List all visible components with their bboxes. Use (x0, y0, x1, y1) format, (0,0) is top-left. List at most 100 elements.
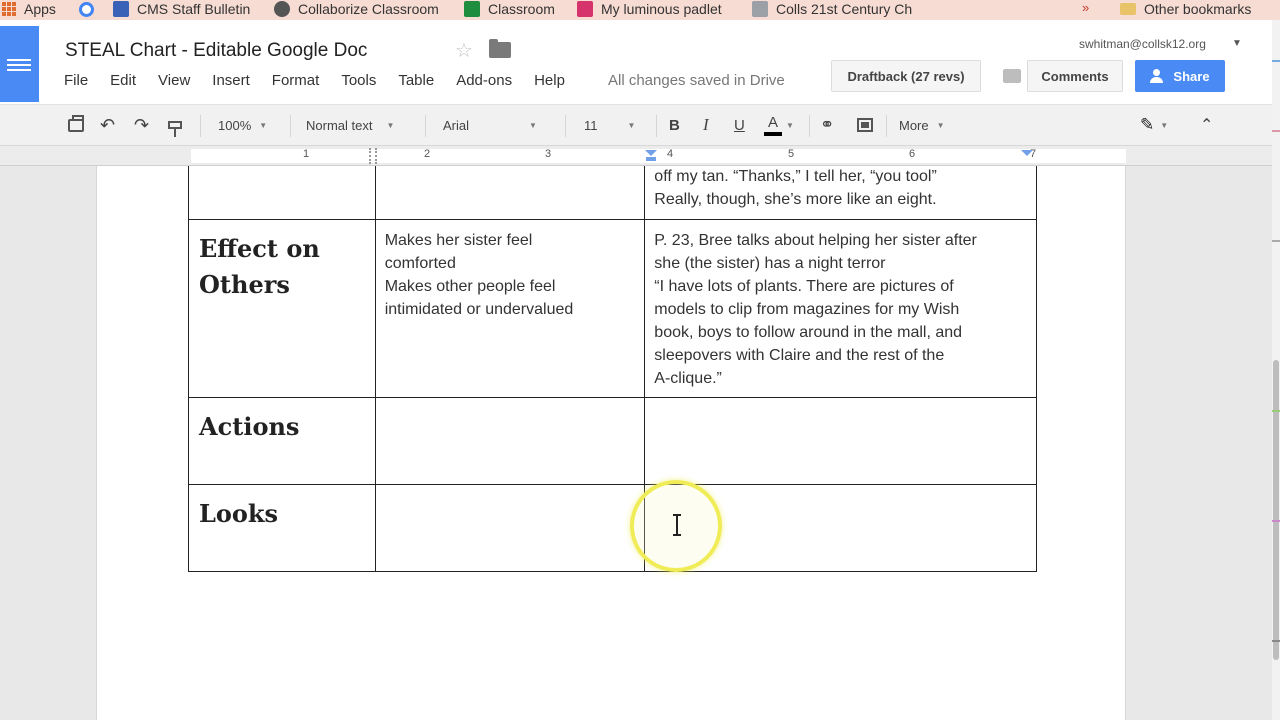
menu-table[interactable]: Table (398, 72, 434, 89)
menu-view[interactable]: View (158, 72, 190, 89)
row-heading: Others (199, 270, 290, 299)
menu-insert[interactable]: Insert (212, 72, 250, 89)
save-status[interactable]: All changes saved in Drive (608, 72, 785, 89)
ruler-number: 3 (545, 148, 552, 160)
paint-format-icon (168, 121, 182, 137)
table-cell[interactable]: Effect on Others (188, 219, 376, 398)
more-label: More (899, 117, 929, 133)
ruler-number: 4 (667, 148, 674, 160)
print-icon (68, 114, 84, 132)
table-cell[interactable] (644, 397, 1037, 485)
bookmarks-overflow-button[interactable]: » (1082, 0, 1089, 15)
chevron-down-icon: ▼ (1160, 120, 1169, 130)
menu-help[interactable]: Help (534, 72, 565, 89)
menu-tools[interactable]: Tools (341, 72, 376, 89)
collapse-menus-button[interactable]: ⌃ (1200, 105, 1213, 145)
bookmark-padlet[interactable]: My luminous padlet (577, 0, 722, 18)
table-cell[interactable]: Makes her sister feel comforted Makes ot… (374, 219, 646, 398)
right-indent-marker[interactable] (1021, 150, 1033, 156)
table-cell[interactable] (188, 166, 376, 220)
share-label: Share (1173, 68, 1210, 84)
bookmark-cms-staff-bulletin[interactable]: CMS Staff Bulletin (113, 0, 250, 18)
table-row: off my tan. “Thanks,” I tell her, “you t… (188, 166, 1037, 220)
cell-text: models to clip from magazines for my Wis… (654, 301, 960, 318)
padlet-icon (577, 1, 593, 17)
left-indent-marker[interactable] (645, 150, 657, 156)
table-cell[interactable] (374, 166, 646, 220)
paint-format-button[interactable] (168, 105, 182, 145)
draftback-button[interactable]: Draftback (27 revs) (831, 60, 981, 92)
comments-button[interactable]: Comments (1027, 60, 1123, 92)
menu-file[interactable]: File (64, 72, 88, 89)
bookmark-apps[interactable]: Apps (2, 0, 56, 18)
cell-text: comforted (384, 255, 456, 272)
zoom-value: 100% (218, 117, 252, 133)
ruler-number: 6 (909, 148, 916, 160)
share-button[interactable]: Share (1135, 60, 1225, 92)
document-page[interactable]: off my tan. “Thanks,” I tell her, “you t… (96, 166, 1126, 720)
document-canvas[interactable]: off my tan. “Thanks,” I tell her, “you t… (0, 166, 1272, 720)
menu-format[interactable]: Format (272, 72, 320, 89)
ruler[interactable]: 1 2 3 4 5 6 7 (0, 146, 1272, 166)
font-size-select[interactable]: 11 ▼ (584, 105, 635, 145)
other-bookmarks[interactable]: Other bookmarks (1120, 0, 1251, 18)
bookmarks-bar: Apps CMS Staff Bulletin Collaborize Clas… (0, 0, 1280, 20)
table-cell[interactable] (374, 484, 646, 572)
table-cell[interactable]: P. 23, Bree talks about helping her sist… (644, 219, 1037, 398)
chevron-down-icon: ▼ (786, 120, 794, 130)
bookmark-collaborize-classroom[interactable]: Collaborize Classroom (274, 0, 439, 18)
undo-button[interactable]: ↶ (100, 105, 115, 145)
print-button[interactable] (68, 105, 84, 145)
redo-icon: ↷ (134, 114, 150, 135)
account-email[interactable]: swhitman@collsk12.org (1079, 37, 1206, 51)
cell-text: Makes her sister feel (384, 232, 533, 249)
chevron-down-icon: ▼ (386, 120, 395, 130)
table-row: Actions (188, 397, 1037, 485)
table-cell[interactable]: Looks (188, 484, 376, 572)
text-color-button[interactable]: A ▼ (764, 105, 794, 145)
bold-icon: B (669, 116, 680, 134)
menu-bar: File Edit View Insert Format Tools Table… (64, 72, 587, 89)
cell-text: sleepovers with Claire and the rest of t… (654, 347, 945, 364)
cell-text: intimidated or undervalued (384, 301, 574, 318)
insert-link-button[interactable]: ⚭ (820, 105, 834, 145)
menu-add-ons[interactable]: Add-ons (456, 72, 512, 89)
underline-button[interactable]: U (734, 105, 745, 145)
cell-text: Really, though, she’s more like an eight… (654, 191, 937, 208)
redo-button[interactable]: ↷ (134, 105, 149, 145)
scrollbar-thumb[interactable] (1273, 360, 1279, 660)
menu-edit[interactable]: Edit (110, 72, 136, 89)
docs-home-icon[interactable] (0, 26, 39, 102)
zoom-select[interactable]: 100% ▼ (218, 105, 267, 145)
other-bookmarks-label: Other bookmarks (1144, 1, 1252, 17)
star-icon[interactable]: ☆ (455, 38, 473, 63)
bookmark-label: Classroom (488, 1, 555, 17)
pencil-icon: ✎ (1140, 115, 1155, 134)
table-cell[interactable] (374, 397, 646, 485)
row-heading: Actions (199, 412, 300, 441)
first-line-indent-marker[interactable] (646, 157, 656, 161)
font-value: Arial (443, 117, 470, 133)
chevron-down-icon[interactable]: ▼ (1232, 38, 1242, 49)
chat-icon[interactable] (1003, 69, 1021, 83)
bookmark-label: Apps (24, 1, 56, 17)
move-to-folder-icon[interactable] (489, 39, 511, 58)
bookmark-label: Collaborize Classroom (298, 1, 439, 17)
table-cell[interactable]: off my tan. “Thanks,” I tell her, “you t… (644, 166, 1037, 220)
steal-table[interactable]: off my tan. “Thanks,” I tell her, “you t… (188, 166, 1037, 572)
ruler-number: 5 (788, 148, 795, 160)
table-cell[interactable]: Actions (188, 397, 376, 485)
person-icon (1150, 69, 1164, 83)
document-title[interactable]: STEAL Chart - Editable Google Doc (65, 40, 367, 62)
style-select[interactable]: Normal text ▼ (306, 105, 394, 145)
bold-button[interactable]: B (669, 105, 680, 145)
bookmark-classroom[interactable]: Classroom (464, 0, 555, 18)
italic-button[interactable]: I (703, 105, 709, 145)
font-select[interactable]: Arial ▼ (443, 105, 537, 145)
bookmark-colls-21st-century[interactable]: Colls 21st Century Ch (752, 0, 912, 18)
more-button[interactable]: More ▼ (899, 105, 945, 145)
insert-image-button[interactable] (857, 105, 873, 145)
column-divider-handle[interactable] (369, 148, 377, 164)
editing-mode-button[interactable]: ✎ ▼ (1140, 105, 1168, 145)
bookmark-google[interactable] (79, 0, 102, 18)
